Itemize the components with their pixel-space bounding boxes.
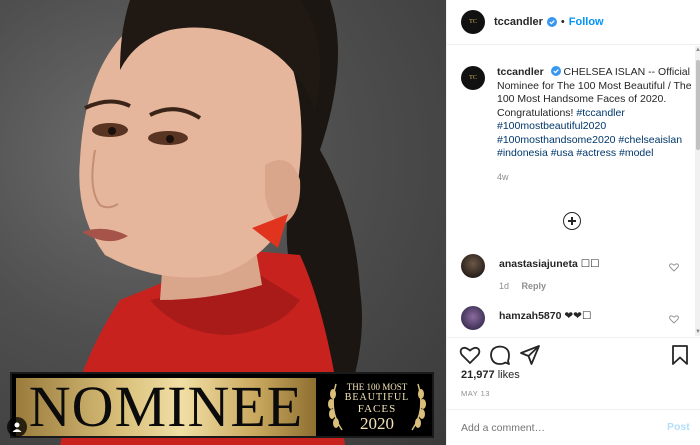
add-comment-bar: Post — [447, 409, 700, 445]
avatar-text: TC — [469, 19, 477, 25]
caption-username[interactable]: tccandler — [497, 66, 544, 78]
likes-number: 21,977 — [461, 369, 495, 381]
header-username[interactable]: tccandler — [494, 16, 543, 28]
bookmark-icon[interactable] — [669, 344, 691, 366]
comment-avatar[interactable] — [461, 254, 485, 278]
verified-badge-icon — [546, 17, 557, 27]
comment-body: anastasiajuneta ☐☐ 1d Reply — [499, 258, 667, 291]
post-actions: 21,977 likes MAY 13 — [447, 337, 700, 409]
heart-icon[interactable] — [669, 262, 679, 272]
comment-avatar[interactable] — [461, 306, 485, 330]
comment-time: 1d — [499, 281, 510, 291]
reply-button[interactable]: Reply — [522, 281, 547, 291]
verified-badge-icon — [550, 66, 561, 76]
user-icon — [12, 422, 22, 432]
heart-icon[interactable] — [669, 314, 679, 324]
comment-username[interactable]: hamzah5870 — [499, 310, 561, 322]
user-tag-button[interactable] — [7, 417, 27, 437]
comment-text: ❤❤☐ — [564, 310, 592, 322]
share-direct-icon[interactable] — [519, 344, 541, 366]
comment-text: ☐☐ — [580, 258, 600, 270]
comment-input[interactable] — [461, 420, 651, 436]
post-comment-button[interactable]: Post — [667, 421, 690, 433]
post-header: TC tccandler • Follow — [447, 0, 700, 45]
laurel-left-icon — [328, 383, 343, 431]
like-heart-icon[interactable] — [459, 344, 481, 366]
avatar[interactable]: TC — [461, 10, 485, 34]
follow-button[interactable]: Follow — [569, 16, 604, 28]
caption-avatar-text: TC — [469, 75, 477, 81]
caption-text-block: tccandler CHELSEA ISLAN -- Official Nomi… — [497, 66, 693, 184]
comment-bubble-icon[interactable] — [489, 344, 511, 366]
post-date: MAY 13 — [461, 389, 490, 398]
scroll-up-arrow-icon[interactable]: ▲ — [695, 46, 700, 54]
likes-label: likes — [497, 369, 520, 381]
header-separator: • — [560, 16, 565, 28]
comments-scrollbar[interactable]: ▲ ▼ — [695, 46, 700, 336]
caption-time: 4w — [497, 171, 509, 182]
scrollbar-thumb[interactable] — [696, 60, 700, 150]
comments-area: TC tccandler CHELSEA ISLAN -- Official N… — [447, 46, 695, 336]
post-image[interactable]: NOMINEE THE 100 MOST BEAUTIFUL FACES 202… — [0, 0, 446, 445]
comment-body: hamzah5870 ❤❤☐ — [499, 310, 667, 322]
nominee-text: NOMINEE — [28, 374, 304, 439]
caption-avatar[interactable]: TC — [461, 66, 485, 90]
post-sidebar: TC tccandler • Follow TC tccandler CHELS… — [446, 0, 700, 445]
laurel-right-icon — [411, 383, 426, 431]
caption: TC tccandler CHELSEA ISLAN -- Official N… — [461, 66, 693, 184]
nominee-banner: NOMINEE THE 100 MOST BEAUTIFUL FACES 202… — [10, 372, 434, 438]
likes-count[interactable]: 21,977 likes — [461, 369, 520, 381]
award-badge: THE 100 MOST BEAUTIFUL FACES 2020 — [324, 378, 430, 436]
load-more-comments-button[interactable] — [563, 212, 581, 230]
comment-username[interactable]: anastasiajuneta — [499, 258, 578, 270]
comment-meta: 1d Reply — [499, 281, 667, 291]
scroll-down-arrow-icon[interactable]: ▼ — [695, 328, 700, 336]
